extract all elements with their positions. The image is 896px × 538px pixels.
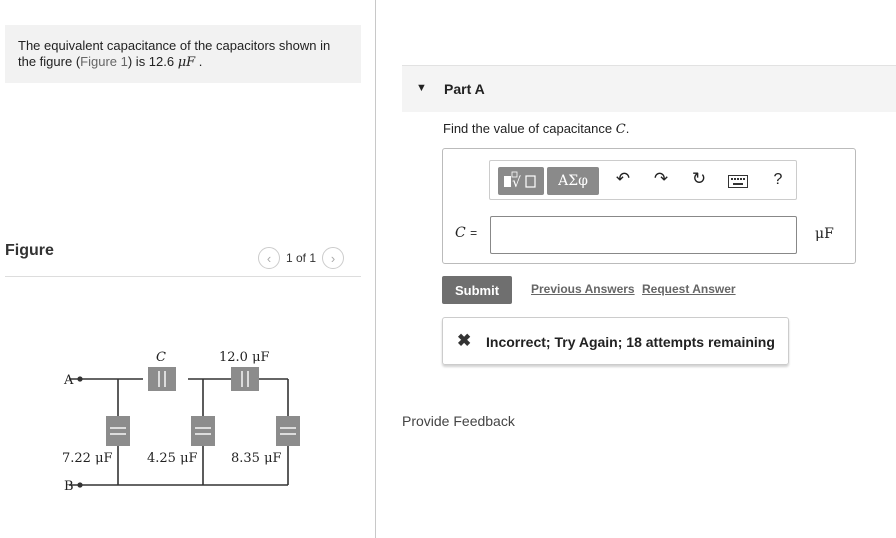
problem-text-value: ) is 12.6 <box>127 54 178 69</box>
part-a-header[interactable]: ▼ Part A <box>402 65 896 112</box>
symbols-button[interactable]: ΑΣφ <box>547 167 599 195</box>
submit-button[interactable]: Submit <box>442 276 512 304</box>
terminal-b <box>77 482 83 488</box>
problem-unit: μF <box>177 55 196 70</box>
redo-icon[interactable]: ↷ <box>649 169 673 189</box>
reset-icon[interactable]: ↻ <box>687 169 711 189</box>
problem-statement-box: The equivalent capacitance of the capaci… <box>5 25 361 83</box>
pager-label: 1 of 1 <box>286 251 317 265</box>
answer-variable: C <box>455 225 466 241</box>
answer-variable-label: C = <box>455 225 477 241</box>
capacitor-7-22-label: 7.22 μF <box>62 451 113 466</box>
answer-box: √ ΑΣφ ↶ ↷ ↻ ? C = μF <box>442 148 856 264</box>
capacitor-c <box>148 367 176 391</box>
node-b-label: B <box>64 479 74 494</box>
undo-icon[interactable]: ↶ <box>611 169 635 189</box>
templates-icon: √ <box>504 171 536 191</box>
question-suffix: . <box>625 121 630 136</box>
help-button[interactable]: ? <box>766 171 790 189</box>
math-toolbar: √ ΑΣφ ↶ ↷ ↻ ? <box>489 160 797 200</box>
capacitor-7-22 <box>106 416 130 446</box>
circuit-diagram: A B C 12.0 μF 7.22 μF 4.25 μF 8.35 μF <box>62 350 300 494</box>
request-answer-link[interactable]: Request Answer <box>642 282 736 296</box>
answer-unit: μF <box>815 226 834 242</box>
terminal-a <box>77 376 83 382</box>
question-variable: C <box>615 122 626 137</box>
feedback-text: Incorrect; Try Again; 18 attempts remain… <box>486 334 775 350</box>
feedback-message: ✖ Incorrect; Try Again; 18 attempts rema… <box>442 317 789 365</box>
next-figure-button[interactable]: › <box>322 247 345 269</box>
capacitor-4-25 <box>191 416 215 446</box>
collapse-arrow-icon[interactable]: ▼ <box>416 82 427 94</box>
problem-text: The equivalent capacitance of the capaci… <box>18 38 348 71</box>
part-title: Part A <box>444 81 485 97</box>
equals-sign: = <box>470 226 478 240</box>
templates-button[interactable]: √ <box>498 167 544 195</box>
figure-pager: ‹ 1 of 1 › <box>258 246 345 270</box>
capacitor-12-0-label: 12.0 μF <box>219 350 270 365</box>
capacitor-8-35-label: 8.35 μF <box>231 451 282 466</box>
keyboard-icon[interactable] <box>728 175 748 188</box>
provide-feedback-link[interactable]: Provide Feedback <box>402 413 515 429</box>
pane-divider <box>375 0 376 538</box>
problem-text-end: . <box>195 54 203 69</box>
figure-title: Figure <box>5 242 54 259</box>
capacitor-4-25-label: 4.25 μF <box>147 451 198 466</box>
prev-figure-button[interactable]: ‹ <box>258 247 280 269</box>
question-text: Find the value of capacitance C. <box>443 121 629 137</box>
previous-answers-link[interactable]: Previous Answers <box>531 282 635 296</box>
question-prefix: Find the value of capacitance <box>443 121 616 136</box>
figure-divider <box>5 276 361 277</box>
node-a-label: A <box>63 373 74 388</box>
capacitor-12-0 <box>231 367 259 391</box>
capacitor-8-35 <box>276 416 300 446</box>
figure-link[interactable]: Figure 1 <box>80 54 128 69</box>
capacitor-c-label: C <box>156 350 166 365</box>
incorrect-x-icon: ✖ <box>457 331 472 350</box>
answer-input[interactable] <box>490 216 797 254</box>
